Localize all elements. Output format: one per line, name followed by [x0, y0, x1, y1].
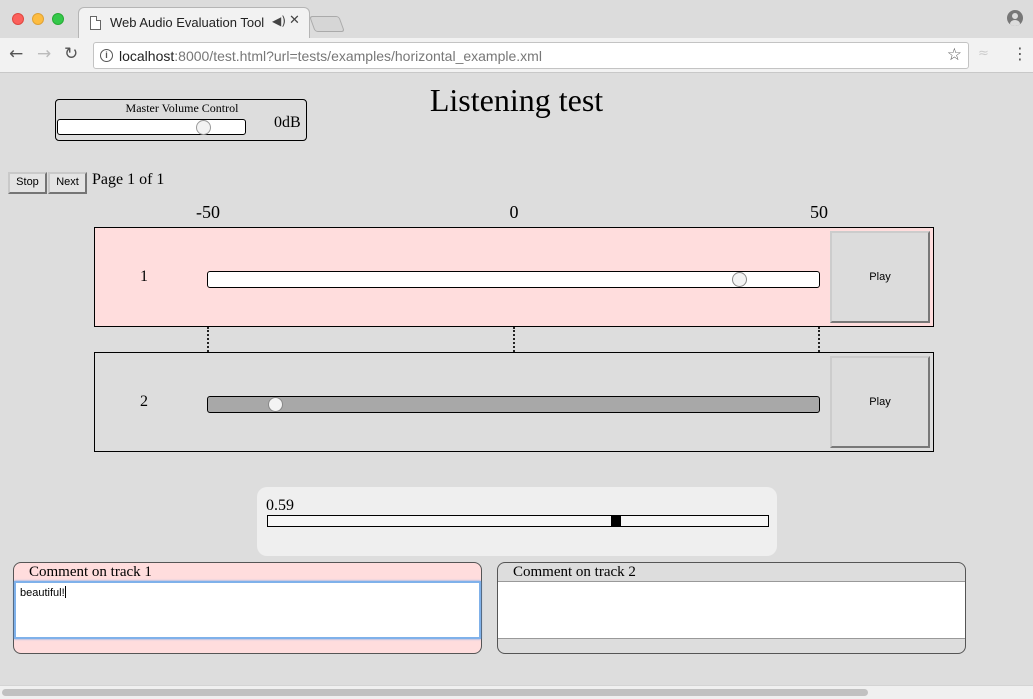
- master-volume-label: Master Volume Control: [125, 101, 239, 115]
- value-readout-panel: 0.59: [257, 487, 777, 556]
- horizontal-scrollbar[interactable]: [0, 685, 1033, 699]
- back-icon[interactable]: ←: [9, 44, 23, 64]
- browser-tab[interactable]: Web Audio Evaluation Tool ◀) ✕: [78, 7, 310, 39]
- comment-panel-track-2: Comment on track 2: [497, 562, 966, 654]
- track-1-panel: 1 Play: [94, 227, 934, 327]
- value-slider[interactable]: [267, 515, 769, 527]
- browser-toolbar: ← → ↻ i localhost:8000/test.html?url=tes…: [0, 38, 1033, 73]
- page-icon: [90, 16, 101, 30]
- speaker-icon[interactable]: ◀): [272, 14, 286, 28]
- stop-button[interactable]: Stop: [8, 172, 47, 194]
- menu-icon[interactable]: ⋮: [1012, 44, 1028, 63]
- reload-icon[interactable]: ↻: [64, 44, 78, 64]
- comment-label: Comment on track 1: [29, 564, 152, 580]
- window-minimize-button[interactable]: [32, 13, 44, 25]
- comment-label: Comment on track 2: [513, 564, 636, 580]
- window-close-button[interactable]: [12, 13, 24, 25]
- scale-label-max: 50: [810, 202, 828, 222]
- track-1-knob[interactable]: [732, 272, 748, 287]
- master-volume-value: 0dB: [274, 114, 301, 131]
- master-volume-slider[interactable]: [57, 119, 246, 135]
- comment-textarea-track-2[interactable]: [498, 581, 965, 639]
- value-slider-thumb[interactable]: [611, 515, 621, 527]
- tick-line-mid: [513, 327, 515, 352]
- track-number: 2: [140, 393, 148, 410]
- comment-textarea-track-1[interactable]: beautiful!: [14, 581, 481, 639]
- track-2-play-button[interactable]: Play: [830, 356, 930, 448]
- comment-panel-track-1: Comment on track 1 beautiful!: [13, 562, 482, 654]
- scrollbar-thumb[interactable]: [2, 689, 868, 696]
- page-content: Listening test Master Volume Control 0dB…: [0, 74, 1033, 685]
- track-number: 1: [140, 268, 148, 285]
- track-2-slider[interactable]: [207, 396, 820, 413]
- new-tab-button[interactable]: [309, 16, 345, 32]
- master-volume-knob[interactable]: [195, 120, 211, 135]
- value-readout: 0.59: [266, 497, 294, 514]
- scale-label-mid: 0: [509, 202, 519, 222]
- forward-icon[interactable]: →: [37, 44, 51, 64]
- tab-title: Web Audio Evaluation Tool: [110, 15, 265, 30]
- profile-icon[interactable]: [1007, 10, 1023, 26]
- next-button[interactable]: Next: [48, 172, 87, 194]
- track-2-knob[interactable]: [267, 397, 283, 412]
- master-volume-panel: Master Volume Control 0dB: [55, 99, 307, 141]
- url-text[interactable]: localhost:8000/test.html?url=tests/examp…: [119, 48, 542, 64]
- tick-line-min: [207, 327, 209, 352]
- extension-icon[interactable]: ≈: [978, 46, 989, 61]
- track-1-play-button[interactable]: Play: [830, 231, 930, 323]
- track-2-panel: 2 Play: [94, 352, 934, 452]
- address-bar[interactable]: i localhost:8000/test.html?url=tests/exa…: [93, 42, 969, 69]
- scale-label-min: -50: [196, 202, 220, 222]
- page-counter: Page 1 of 1: [92, 171, 165, 188]
- info-icon[interactable]: i: [100, 49, 113, 62]
- track-1-slider[interactable]: [207, 271, 820, 288]
- close-icon[interactable]: ✕: [289, 13, 300, 28]
- window-maximize-button[interactable]: [52, 13, 64, 25]
- browser-titlebar: Web Audio Evaluation Tool ◀) ✕: [0, 0, 1033, 39]
- star-icon[interactable]: ☆: [947, 45, 962, 65]
- tick-line-max: [818, 327, 820, 352]
- text-caret: [64, 586, 66, 598]
